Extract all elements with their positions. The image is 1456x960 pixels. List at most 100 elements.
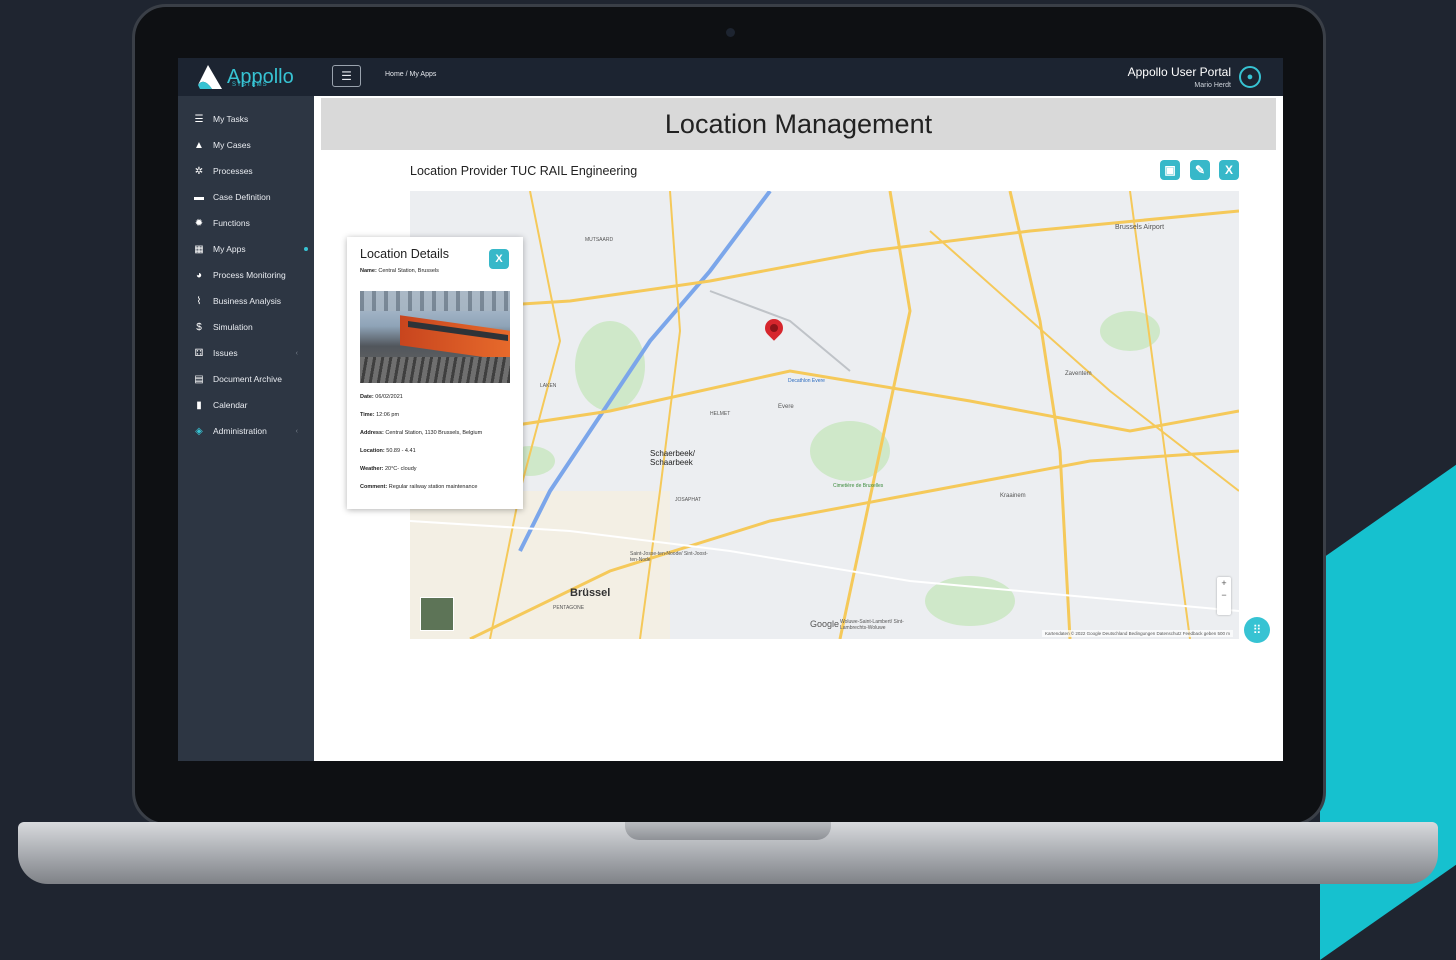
portal-title: Appollo User Portal (1127, 65, 1231, 79)
map-label-brussel: Brüssel (570, 587, 611, 599)
zoom-in-button[interactable]: + (1217, 577, 1231, 589)
list-icon: ☰ (194, 113, 204, 125)
detail-date: Date: 06/02/2021 (360, 394, 403, 400)
main-content: Location Management Location Provider TU… (314, 96, 1283, 761)
detail-comment: Comment: Regular railway station mainten… (360, 484, 478, 490)
sidebar: ☰ My Tasks ▲ My Cases ✲ Processes ▬ Case Def… (178, 96, 314, 761)
map-label-zaventem: Zaventem (1065, 371, 1092, 377)
details-close-button[interactable]: X (489, 249, 509, 269)
sidebar-item-label: My Cases (213, 140, 251, 150)
detail-address: Address: Central Station, 1130 Brussels,… (360, 430, 483, 436)
save-icon: ▣ (1164, 163, 1176, 177)
laptop-notch (625, 822, 831, 840)
provider-title: Location Provider TUC RAIL Engineering (410, 164, 638, 178)
map-label-saint-josse: Saint-Josse-ten-Noode/ Sint-Joost-ten-No… (630, 551, 708, 563)
sidebar-item-administration[interactable]: ◈ Administration ‹ (178, 418, 314, 444)
zoom-out-button[interactable]: − (1217, 589, 1231, 601)
webcam (726, 28, 735, 37)
appollo-logo-icon (198, 65, 222, 89)
sidebar-item-processes[interactable]: ✲ Processes (178, 158, 314, 184)
sidebar-item-simulation[interactable]: $ Simulation (178, 314, 314, 340)
google-logo: Google (810, 619, 840, 629)
station-photo (360, 291, 510, 383)
sidebar-item-my-tasks[interactable]: ☰ My Tasks (178, 106, 314, 132)
grid-icon: ⠿ (1252, 623, 1262, 637)
map-label-mutsaard: MUTSAARD (585, 237, 614, 243)
chevron-left-icon: ‹ (295, 427, 298, 435)
close-button[interactable]: X (1219, 160, 1239, 180)
sidebar-item-label: Business Analysis (213, 296, 282, 306)
menu-collapse-icon: ☰ (341, 69, 352, 83)
map-attribution: Kartendaten © 2022 Google Deutschland Be… (1042, 630, 1233, 637)
active-indicator (304, 247, 308, 251)
sidebar-item-label: Processes (213, 166, 253, 176)
map-label-decathlon: Decathlon Evere (788, 378, 825, 384)
user-avatar-icon[interactable]: ● (1239, 66, 1261, 88)
map-label-cimetiere: Cimetière de Bruxelles (833, 483, 884, 489)
cube-icon: ◈ (195, 425, 203, 437)
sidebar-item-label: Functions (213, 218, 250, 228)
sidebar-item-label: Case Definition (213, 192, 271, 202)
map-label-josaphat: JOSAPHAT (675, 497, 702, 503)
user-name: Mario Herdt (1194, 82, 1231, 89)
sidebar-item-label: Calendar (213, 400, 248, 410)
map-label-schaerbeek: Schaerbeek/ Schaarbeek (650, 449, 695, 467)
detail-weather: Weather: 20°C- cloudy (360, 466, 417, 472)
map-label-airport: Brussels Airport (1115, 224, 1165, 231)
chart-icon: ⌇ (196, 295, 202, 307)
hdd-icon: ▬ (194, 191, 204, 203)
sidebar-item-functions[interactable]: ✹ Functions (178, 210, 314, 236)
sidebar-item-label: My Apps (213, 244, 246, 254)
map-label-pentagone: PENTAGONE (553, 605, 585, 611)
save-button[interactable]: ▣ (1160, 160, 1180, 180)
top-bar: Appollo SYSTEMS ☰ Home / My Apps Appollo… (178, 58, 1283, 96)
photo-rails (360, 357, 510, 383)
sidebar-item-label: Document Archive (213, 374, 282, 384)
breadcrumb-home[interactable]: Home (385, 71, 404, 78)
map-roads (410, 191, 1239, 639)
edit-button[interactable]: ✎ (1190, 160, 1210, 180)
sidebar-item-my-cases[interactable]: ▲ My Cases (178, 132, 314, 158)
sitemap-icon: ⚃ (194, 347, 204, 359)
sidebar-item-label: My Tasks (213, 114, 249, 124)
menu-toggle-button[interactable]: ☰ (332, 65, 361, 87)
breadcrumb-current: My Apps (409, 71, 437, 78)
breadcrumb: Home / My Apps (385, 71, 436, 78)
sidebar-item-process-monitoring[interactable]: ◕ Process Monitoring (178, 262, 314, 288)
sidebar-item-my-apps[interactable]: ▦ My Apps (178, 236, 314, 262)
map-label-kraainem: Kraainem (1000, 493, 1026, 499)
archive-icon: ▤ (194, 373, 204, 385)
sidebar-item-label: Process Monitoring (213, 270, 286, 280)
sidebar-item-issues[interactable]: ⚃ Issues ‹ (178, 340, 314, 366)
map-label-woluwe: Woluwe-Saint-Lambert/ Sint-Lambrechts-Wo… (840, 619, 904, 631)
app-screen: Appollo SYSTEMS ☰ Home / My Apps Appollo… (178, 58, 1283, 761)
chevron-left-icon: ‹ (295, 349, 298, 357)
sidebar-item-label: Simulation (213, 322, 253, 332)
map-label-evere: Evere (778, 404, 794, 410)
location-details-panel: Location Details X Name: Central Station… (347, 237, 523, 509)
sidebar-item-calendar[interactable]: ▮ Calendar (178, 392, 314, 418)
inbox-icon: ▲ (194, 139, 204, 151)
satellite-toggle[interactable] (420, 597, 454, 631)
gauge-icon: ◕ (195, 269, 203, 281)
map-label-laken: LAKEN (540, 383, 557, 389)
details-name: Name: Central Station, Brussels (360, 268, 439, 274)
zoom-control: + − (1217, 577, 1231, 615)
page-title: Location Management (664, 109, 933, 139)
map-label-helmet: HELMET (710, 411, 731, 417)
apps-grid-button[interactable]: ⠿ (1244, 617, 1270, 643)
gear-icon: ✹ (194, 217, 204, 229)
dollar-icon: $ (196, 321, 202, 333)
location-map[interactable]: Brussels Airport Schaerbeek/ Schaarbeek … (410, 191, 1239, 639)
detail-location: Location: 50.89 - 4.41 (360, 448, 416, 454)
sidebar-item-document-archive[interactable]: ▤ Document Archive (178, 366, 314, 392)
calendar-icon: ▮ (196, 399, 202, 411)
details-title: Location Details (360, 247, 449, 261)
sidebar-item-case-definition[interactable]: ▬ Case Definition (178, 184, 314, 210)
detail-time: Time: 12:06 pm (360, 412, 400, 418)
sidebar-item-label: Administration (213, 426, 267, 436)
breadcrumb-separator: / (405, 71, 408, 78)
page-header: Location Management (321, 98, 1276, 150)
sidebar-item-business-analysis[interactable]: ⌇ Business Analysis (178, 288, 314, 314)
sidebar-item-label: Issues (213, 348, 238, 358)
